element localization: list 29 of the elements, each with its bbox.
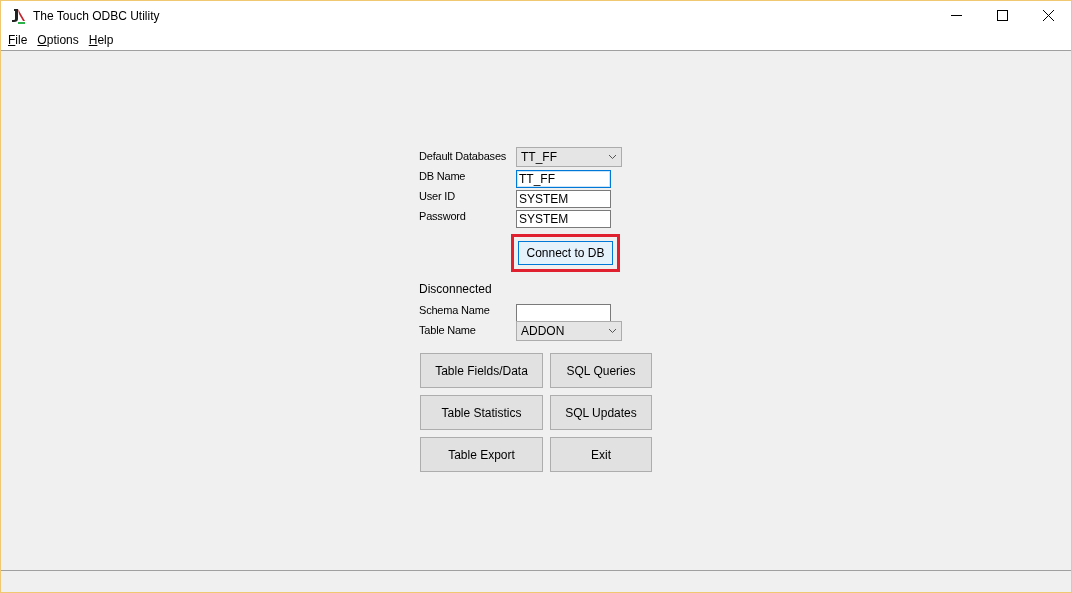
action-button[interactable]: Table Statistics — [420, 395, 543, 430]
input-field[interactable]: SYSTEM — [516, 210, 611, 228]
menu-item[interactable]: File — [5, 33, 35, 47]
chevron-down-icon — [608, 328, 617, 334]
window-title: The Touch ODBC Utility — [33, 8, 161, 23]
close-icon — [1042, 10, 1054, 21]
dropdown[interactable]: TT_FF — [516, 147, 622, 167]
menu-item[interactable]: Options — [34, 33, 86, 47]
input-field[interactable] — [516, 304, 611, 322]
chevron-down-icon — [608, 154, 617, 160]
field-label: Default Databases — [419, 150, 508, 162]
connect-button[interactable]: Connect to DB — [518, 241, 613, 265]
field-label: User ID — [419, 190, 456, 202]
app-logo-icon — [9, 6, 27, 25]
input-field[interactable]: SYSTEM — [516, 190, 611, 208]
action-button[interactable]: SQL Updates — [550, 395, 652, 430]
field-label: DB Name — [419, 170, 467, 182]
field-label: Table Name — [419, 324, 477, 336]
input-field[interactable]: TT_FF — [516, 170, 611, 188]
menu-item[interactable]: Help — [85, 33, 121, 47]
field-label: Schema Name — [419, 304, 491, 316]
status-text: Disconnected — [419, 282, 493, 298]
action-button[interactable]: Table Export — [420, 437, 543, 472]
dropdown[interactable]: ADDON — [516, 321, 622, 341]
field-label: Password — [419, 210, 467, 222]
maximize-icon — [996, 10, 1008, 21]
action-button[interactable]: SQL Queries — [550, 353, 652, 388]
action-button[interactable]: Table Fields/Data — [420, 353, 543, 388]
action-button[interactable]: Exit — [550, 437, 652, 472]
